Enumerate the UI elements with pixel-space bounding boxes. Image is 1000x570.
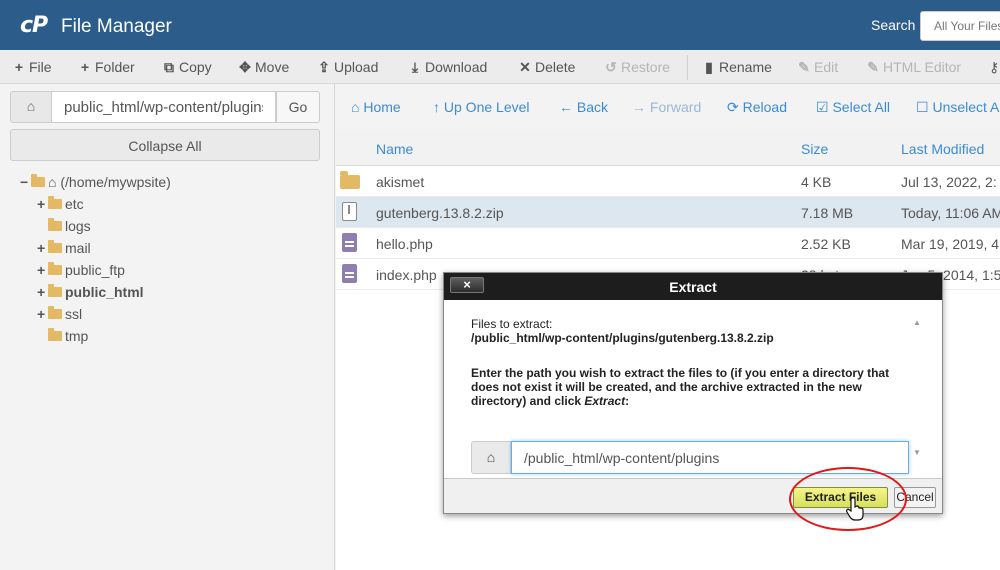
restore-icon: ↺ <box>605 59 617 75</box>
home-icon: ⌂ <box>26 98 36 114</box>
files-to-extract-label: Files to extract: <box>471 317 553 331</box>
tree-item-public-html[interactable]: + public_html <box>37 284 144 306</box>
instructions-line-1: Enter the path you wish to extract the f… <box>471 366 890 380</box>
search-label: Search <box>871 17 916 33</box>
instructions-line-2: does not exist it will be created, and t… <box>471 380 862 394</box>
folder-icon <box>48 262 62 275</box>
copy-button[interactable]: ⧉ Copy <box>162 59 212 76</box>
download-icon: ⤓ <box>411 59 419 75</box>
tree-item-etc[interactable]: + etc <box>37 196 84 218</box>
column-size-header[interactable]: Size <box>801 141 828 157</box>
nav-reload-button[interactable]: ⟳ Reload <box>727 99 787 116</box>
back-arrow-icon: ← <box>559 99 573 115</box>
file-row-hello-php[interactable]: hello.php 2.52 KB Mar 19, 2019, 4 <box>336 228 1000 259</box>
delete-x-icon: ✕ <box>519 59 531 75</box>
app-header: cP File Manager Search All Your Files <box>0 0 1000 50</box>
upload-button[interactable]: ⇪ Upload <box>317 59 378 76</box>
folder-icon <box>48 196 62 209</box>
new-folder-button[interactable]: + Folder <box>78 59 135 75</box>
upload-icon: ⇪ <box>318 59 330 75</box>
expand-plus-icon[interactable]: + <box>37 196 48 212</box>
checkbox-empty-icon: ☐ <box>916 99 929 115</box>
extract-home-button[interactable]: ⌂ <box>471 441 511 474</box>
expand-plus-icon[interactable]: + <box>37 306 48 322</box>
tree-item-logs[interactable]: logs <box>48 218 91 240</box>
tree-item-tmp[interactable]: tmp <box>48 328 88 350</box>
scroll-down-arrow-icon[interactable]: ▼ <box>912 448 922 457</box>
app-title: File Manager <box>61 16 172 37</box>
tree-item-public-ftp[interactable]: + public_ftp <box>37 262 125 284</box>
edit-button[interactable]: ✎ Edit <box>797 59 838 76</box>
move-icon: ✥ <box>239 59 251 75</box>
move-button[interactable]: ✥ Move <box>238 59 289 76</box>
hand-cursor-icon <box>846 497 864 521</box>
html-editor-icon: ✎ <box>867 59 879 75</box>
file-row-gutenberg-zip[interactable]: gutenberg.13.8.2.zip 7.18 MB Today, 11:0… <box>336 197 1000 228</box>
column-name-header[interactable]: Name <box>376 141 413 157</box>
folder-icon <box>48 284 62 297</box>
files-to-extract-path: /public_html/wp-content/plugins/gutenber… <box>471 331 774 345</box>
home-icon: ⌂ <box>48 174 57 190</box>
plus-icon: + <box>80 59 90 75</box>
path-input[interactable] <box>51 91 276 123</box>
copy-icon: ⧉ <box>164 59 174 75</box>
folder-open-icon <box>31 174 45 187</box>
home-icon: ⌂ <box>486 449 496 465</box>
extract-dialog-body: Files to extract: /public_html/wp-conten… <box>444 300 942 478</box>
download-button[interactable]: ⤓ Download <box>408 59 487 76</box>
dialog-scrollbar[interactable]: ▲ ▼ <box>912 318 922 460</box>
tree-item-ssl[interactable]: + ssl <box>37 306 82 328</box>
folder-icon <box>340 171 360 189</box>
tree-item-mail[interactable]: + mail <box>37 240 91 262</box>
folder-icon <box>48 240 62 253</box>
rename-icon: ▮ <box>705 59 713 75</box>
nav-forward-button[interactable]: → Forward <box>632 99 701 115</box>
search-scope-select[interactable]: All Your Files <box>920 11 1000 41</box>
up-arrow-icon: ↑ <box>433 99 440 115</box>
expand-plus-icon[interactable]: + <box>37 262 48 278</box>
go-button[interactable]: Go <box>276 91 320 123</box>
file-row-akismet[interactable]: akismet 4 KB Jul 13, 2022, 2: <box>336 166 1000 197</box>
new-file-button[interactable]: + File <box>12 59 52 75</box>
toolbar-divider <box>687 55 688 80</box>
forward-arrow-icon: → <box>632 99 646 115</box>
file-list-header: Name Size Last Modified <box>336 130 1000 166</box>
nav-unselect-all-button[interactable]: ☐ Unselect All <box>916 99 1000 116</box>
document-icon <box>342 233 357 255</box>
folder-icon <box>48 306 62 319</box>
delete-button[interactable]: ✕ Delete <box>518 59 575 76</box>
extract-dialog-titlebar: × Extract <box>444 273 942 300</box>
nav-up-button[interactable]: ↑ Up One Level <box>433 99 530 115</box>
navigation-bar: ⌂ Home ↑ Up One Level ← Back → Forward ⟳… <box>336 84 1000 130</box>
html-editor-button[interactable]: ✎ HTML Editor <box>866 59 961 76</box>
expand-plus-icon[interactable]: + <box>37 240 48 256</box>
scroll-up-arrow-icon[interactable]: ▲ <box>912 318 922 327</box>
zip-file-icon <box>342 202 357 224</box>
folder-icon <box>48 328 62 341</box>
main-toolbar: + File + Folder ⧉ Copy ✥ Move ⇪ Upload ⤓ Downl… <box>0 50 1000 84</box>
expand-plus-icon[interactable]: + <box>37 284 48 300</box>
collapse-all-button[interactable]: Collapse All <box>10 129 320 161</box>
home-path-button[interactable]: ⌂ <box>10 91 52 123</box>
checkbox-checked-icon: ☑ <box>816 99 829 115</box>
restore-button[interactable]: ↺ Restore <box>604 59 670 76</box>
nav-home-button[interactable]: ⌂ Home <box>351 99 401 115</box>
cpanel-logo[interactable]: cP <box>20 13 48 38</box>
nav-back-button[interactable]: ← Back <box>559 99 608 115</box>
folder-icon <box>48 218 62 231</box>
dialog-title: Extract <box>669 279 717 295</box>
instructions-line-3: directory) and click Extract: <box>471 394 630 408</box>
column-modified-header[interactable]: Last Modified <box>901 141 984 157</box>
document-icon <box>342 264 357 286</box>
home-icon: ⌂ <box>351 99 360 115</box>
reload-icon: ⟳ <box>727 99 739 115</box>
directory-tree-pane: ⌂ Go Collapse All −⌂ (/home/mywpsite) +e… <box>0 84 335 570</box>
nav-select-all-button[interactable]: ☑ Select All <box>816 99 890 116</box>
rename-button[interactable]: ▮ Rename <box>702 59 772 76</box>
permissions-icon[interactable]: ⚷ <box>989 59 999 76</box>
collapse-minus-icon[interactable]: − <box>20 174 31 190</box>
plus-icon: + <box>14 59 24 75</box>
pencil-icon: ✎ <box>798 59 810 75</box>
tree-root[interactable]: − ⌂ (/home/mywpsite) <box>20 174 171 196</box>
